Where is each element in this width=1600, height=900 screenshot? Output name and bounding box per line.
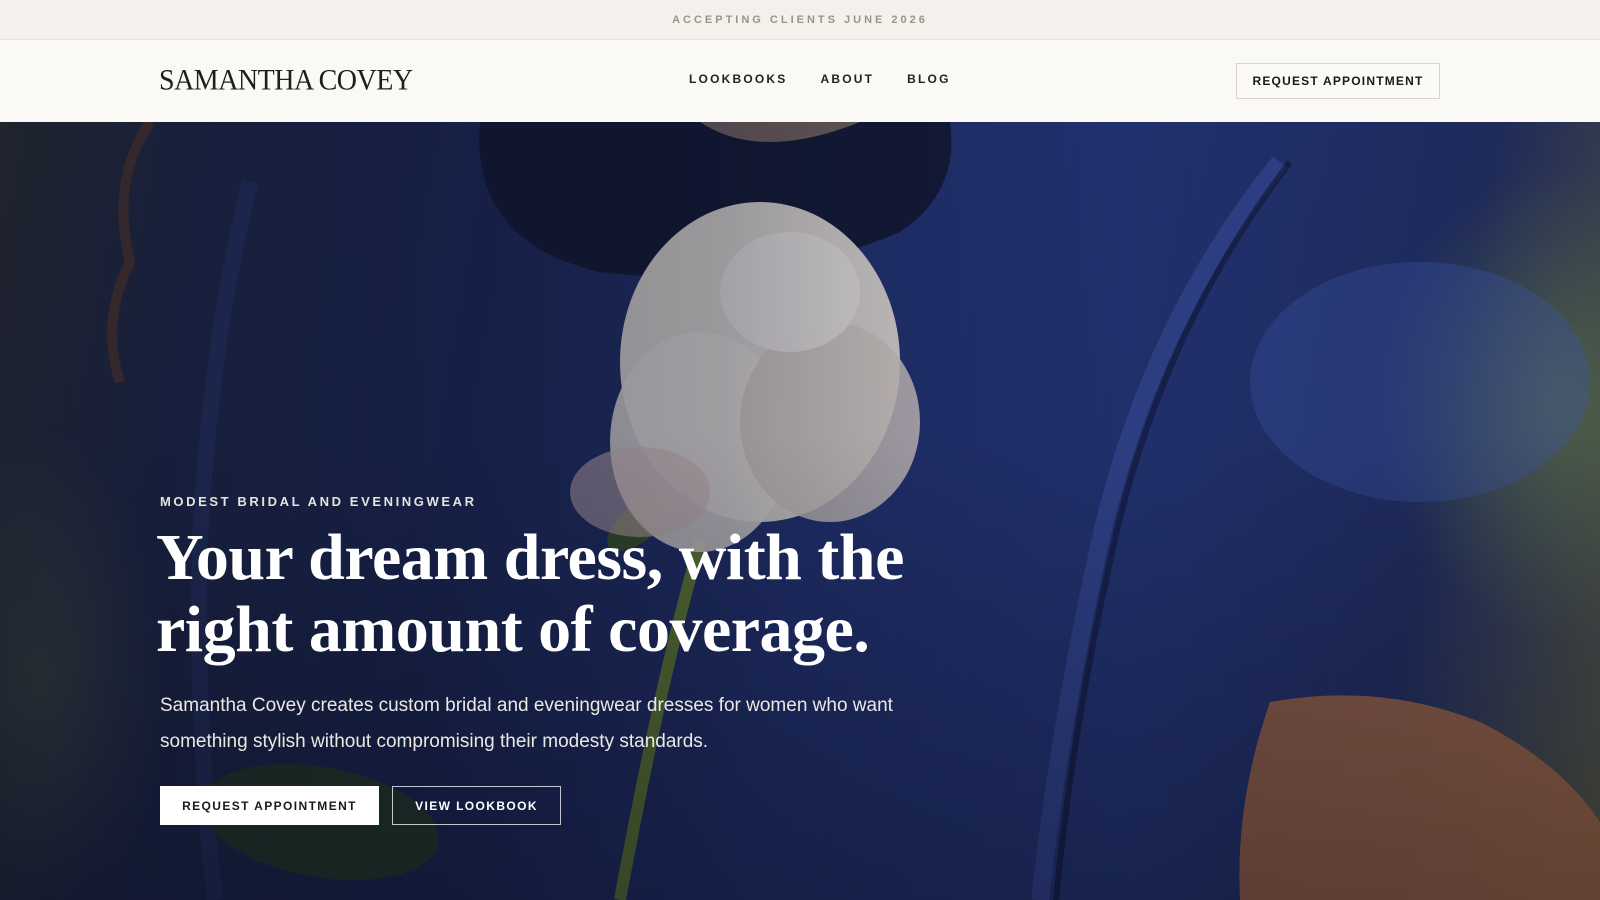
- hero-view-lookbook-button[interactable]: VIEW LOOKBOOK: [392, 786, 561, 825]
- hero-section: [0, 122, 1600, 900]
- header-request-appointment-button[interactable]: REQUEST APPOINTMENT: [1236, 63, 1440, 99]
- nav-link-about[interactable]: ABOUT: [820, 72, 874, 86]
- announcement-bar: ACCEPTING CLIENTS JUNE 2026: [0, 0, 1600, 40]
- hero-headline: Your dream dress, with the right amount …: [156, 522, 936, 666]
- hero-headline-line-2: right amount of coverage.: [156, 593, 870, 666]
- main-nav: LOOKBOOKS ABOUT BLOG: [689, 72, 951, 86]
- announcement-text: ACCEPTING CLIENTS JUNE 2026: [672, 13, 928, 26]
- hero-headline-line-1: Your dream dress, with the: [156, 521, 904, 594]
- nav-link-blog[interactable]: BLOG: [907, 72, 950, 86]
- site-logo[interactable]: SAMANTHA COVEY: [159, 64, 413, 98]
- nav-link-lookbooks[interactable]: LOOKBOOKS: [689, 72, 787, 86]
- hero-request-appointment-button[interactable]: REQUEST APPOINTMENT: [160, 786, 379, 825]
- hero-overlay: [0, 122, 1600, 900]
- hero-description: Samantha Covey creates custom bridal and…: [160, 695, 893, 752]
- site-header: SAMANTHA COVEY LOOKBOOKS ABOUT BLOG REQU…: [0, 41, 1600, 122]
- hero-eyebrow: MODEST BRIDAL AND EVENINGWEAR: [160, 494, 477, 509]
